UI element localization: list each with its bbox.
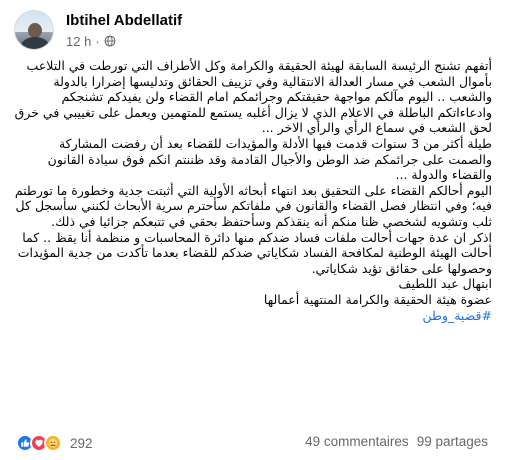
post-body: أتفهم تشنج الرئيسة السابقة لهيئة الحقيقة… [14,58,492,323]
avatar-shoulders [21,37,49,49]
post-paragraph: اليوم أحالكم القضاء على التحقيق بعد انته… [14,182,492,229]
globe-icon [104,35,116,47]
post-header: Ibtihel Abdellatif 12 h · [0,0,506,56]
meta-separator: · [95,33,100,49]
reactions-count[interactable]: 292 [70,436,93,451]
post-paragraph: طيلة أكثر من 3 سنوات قدمت فيها الأدلة وا… [47,135,492,183]
post-signature: ابتهال عبد اللطيف [398,276,493,292]
shares-count[interactable]: 99 partages [417,434,488,449]
post-meta: 12 h · [66,33,116,49]
post-time[interactable]: 12 h [66,34,91,49]
post-signature-title: عضوة هيئة الحقيقة والكرامة المنتهية أعما… [263,291,492,307]
avatar-head [28,23,42,38]
comments-count[interactable]: 49 commentaires [305,434,409,449]
engagement-counts: 49 commentaires 99 partages [305,434,488,449]
reactions-summary[interactable]: 292 [16,433,93,453]
post-paragraph: أتفهم تشنج الرئيسة السابقة لهيئة الحقيقة… [14,58,492,136]
author-avatar[interactable] [14,10,54,50]
hashtag-link[interactable]: #قضية_وطن [422,308,492,323]
post-paragraph: اذكر ان عدة جهات أحالت ملفات فساد ضدكم م… [17,229,492,276]
author-name[interactable]: Ibtihel Abdellatif [66,12,182,29]
care-icon [44,434,62,452]
